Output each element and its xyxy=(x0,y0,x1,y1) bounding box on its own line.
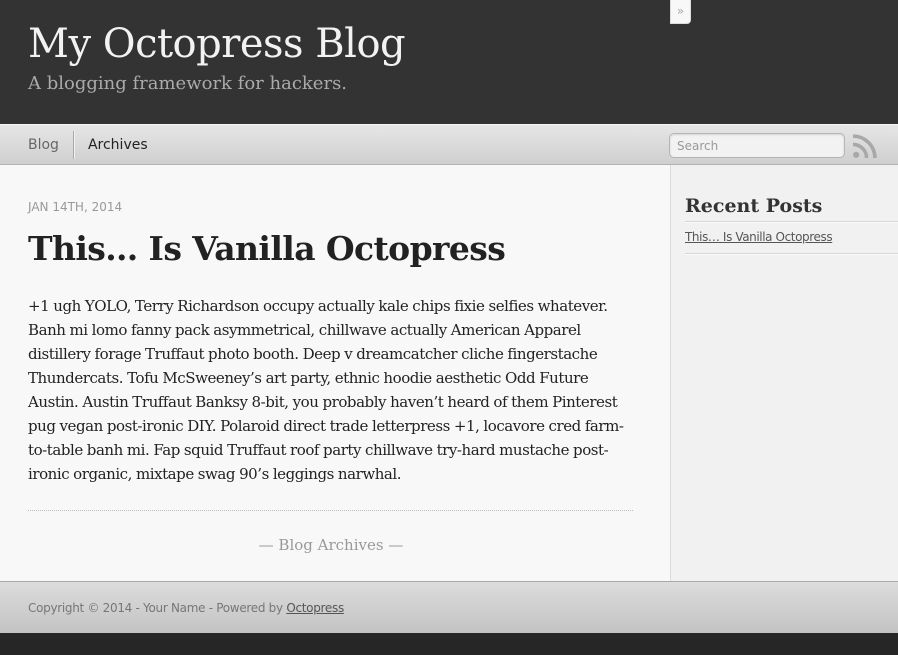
site-header: My Octopress Blog A blogging framework f… xyxy=(0,0,898,124)
site-footer: Copyright © 2014 - Your Name - Powered b… xyxy=(0,581,898,633)
site-title[interactable]: My Octopress Blog xyxy=(28,18,406,70)
post-divider xyxy=(28,510,633,511)
post-date: Jan 14th, 2014 xyxy=(28,200,123,214)
content-area: Jan 14th, 2014 This… Is Vanilla Octopres… xyxy=(0,165,898,581)
search-input[interactable] xyxy=(669,133,845,158)
sidebar-divider xyxy=(685,253,898,254)
bottom-band xyxy=(0,633,898,655)
octopress-link[interactable]: Octopress xyxy=(286,601,344,615)
nav-link-blog[interactable]: Blog xyxy=(28,135,59,155)
sidebar-divider xyxy=(685,221,898,222)
nav-links: Blog Archives xyxy=(28,125,148,165)
main-navigation: Blog Archives xyxy=(0,124,898,165)
sidebar-collapse-toggle[interactable]: » xyxy=(670,0,691,24)
blog-archives-link[interactable]: — Blog Archives — xyxy=(0,535,662,555)
site-subtitle: A blogging framework for hackers. xyxy=(28,73,348,94)
nav-link-archives[interactable]: Archives xyxy=(88,135,148,155)
copyright-text: Copyright © 2014 - Your Name - Powered b… xyxy=(28,601,287,615)
post-body: +1 ugh YOLO, Terry Richardson occupy act… xyxy=(28,297,624,483)
footer-text: Copyright © 2014 - Your Name - Powered b… xyxy=(28,600,344,616)
page: My Octopress Blog A blogging framework f… xyxy=(0,0,898,655)
nav-divider xyxy=(72,131,74,159)
rss-icon[interactable] xyxy=(852,134,877,159)
post-title[interactable]: This… Is Vanilla Octopress xyxy=(28,227,506,271)
recent-post-link[interactable]: This… Is Vanilla Octopress xyxy=(685,229,833,245)
recent-posts-heading: Recent Posts xyxy=(685,195,823,217)
sidebar xyxy=(670,165,898,581)
